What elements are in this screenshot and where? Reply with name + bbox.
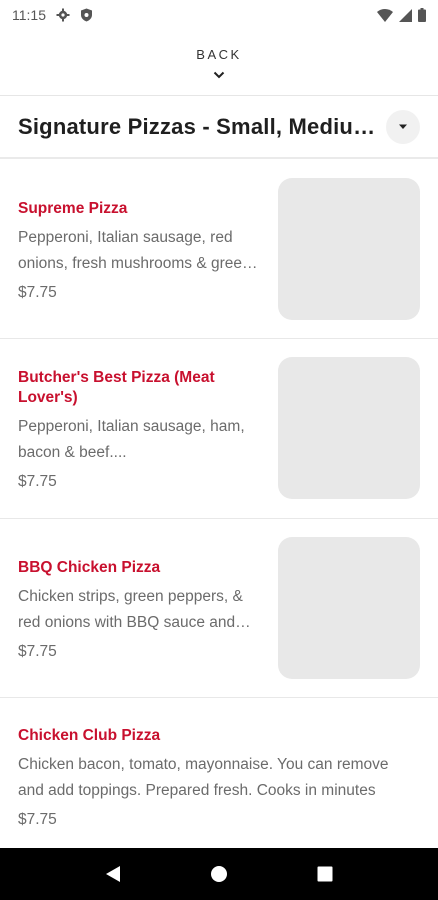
signal-icon xyxy=(399,8,412,22)
menu-item[interactable]: BBQ Chicken Pizza Chicken strips, green … xyxy=(0,519,438,698)
menu-item-text: Supreme Pizza Pepperoni, Italian sausage… xyxy=(18,199,262,303)
wifi-icon xyxy=(377,8,393,22)
triangle-back-icon xyxy=(106,866,120,882)
caret-down-icon xyxy=(399,124,407,129)
nav-back-button[interactable] xyxy=(93,854,133,894)
nav-recents-button[interactable] xyxy=(305,854,345,894)
battery-icon xyxy=(418,8,426,22)
menu-item-text: Butcher's Best Pizza (Meat Lover's) Pepp… xyxy=(18,368,262,492)
menu-item-price: $7.75 xyxy=(18,643,57,660)
gear-icon xyxy=(56,8,70,22)
menu-item-price: $7.75 xyxy=(18,473,57,490)
menu-item-description: Chicken strips, green peppers, & red oni… xyxy=(18,588,243,631)
menu-item[interactable]: Chicken Club Pizza Chicken bacon, tomato… xyxy=(0,698,438,848)
menu-item-image xyxy=(278,537,420,679)
category-title: Signature Pizzas - Small, Medium, Large xyxy=(18,114,378,139)
menu-item-name: Chicken Club Pizza xyxy=(18,727,161,744)
menu-item[interactable]: Supreme Pizza Pepperoni, Italian sausage… xyxy=(0,159,438,339)
menu-item-price: $7.75 xyxy=(18,284,57,301)
menu-item-description: Chicken bacon, tomato, mayonnaise. You c… xyxy=(18,756,389,799)
menu-item-image xyxy=(278,357,420,499)
category-dropdown-button[interactable] xyxy=(386,110,420,144)
menu-item[interactable]: Butcher's Best Pizza (Meat Lover's) Pepp… xyxy=(0,339,438,519)
chevron-down-icon xyxy=(213,66,225,84)
menu-item-description: Pepperoni, Italian sausage, red onions, … xyxy=(18,229,251,272)
back-button[interactable]: BACK xyxy=(0,36,438,94)
menu-item-description: Pepperoni, Italian sausage, ham, bacon &… xyxy=(18,418,245,461)
circle-home-icon xyxy=(211,866,227,882)
menu-item-text: BBQ Chicken Pizza Chicken strips, green … xyxy=(18,558,262,662)
square-recents-icon xyxy=(317,866,333,882)
menu-item-name: Butcher's Best Pizza (Meat Lover's) xyxy=(18,369,215,406)
status-time: 11:15 xyxy=(12,7,46,23)
system-nav-bar xyxy=(0,848,438,900)
menu-item-price: $7.75 xyxy=(18,811,57,828)
menu-item-name: BBQ Chicken Pizza xyxy=(18,559,161,576)
shield-icon xyxy=(80,8,93,22)
category-selector[interactable]: Signature Pizzas - Small, Medium, Large xyxy=(0,96,438,158)
menu-item-text: Chicken Club Pizza Chicken bacon, tomato… xyxy=(18,726,418,830)
menu-list: Supreme Pizza Pepperoni, Italian sausage… xyxy=(0,159,438,848)
menu-item-image xyxy=(278,178,420,320)
menu-item-name: Supreme Pizza xyxy=(18,200,128,217)
back-label: BACK xyxy=(196,46,242,62)
status-bar: 11:15 xyxy=(0,0,438,30)
nav-home-button[interactable] xyxy=(199,854,239,894)
